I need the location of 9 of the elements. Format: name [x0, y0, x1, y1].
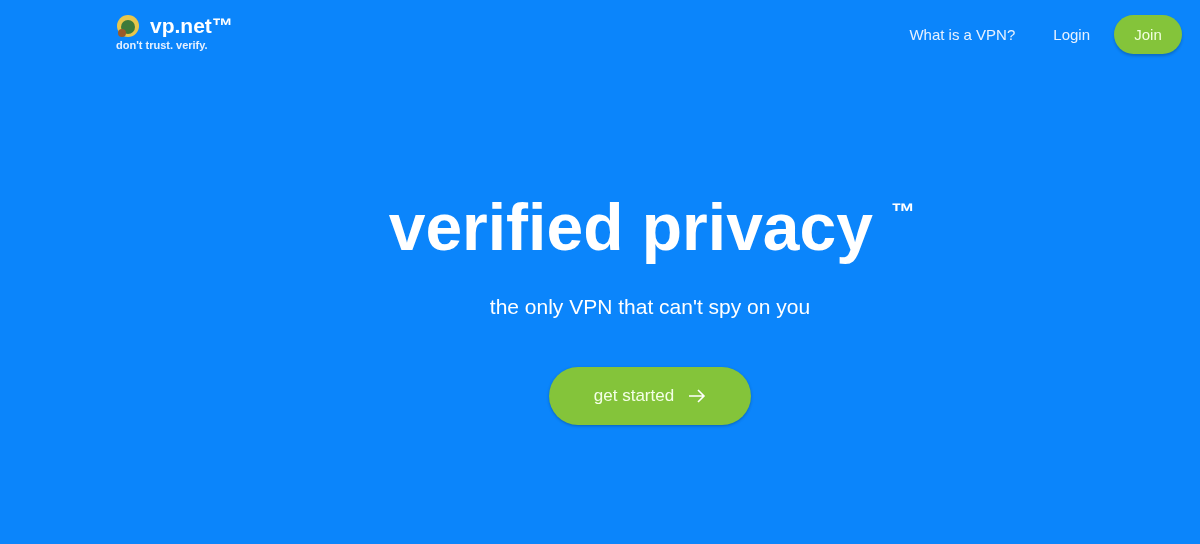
tagline: don't trust. verify. — [116, 39, 209, 51]
nav-link[interactable]: Login — [1053, 26, 1090, 43]
arrow-right-icon — [688, 389, 707, 404]
nav-link[interactable]: What is a VPN? — [909, 26, 1016, 43]
hero-title: verified privacy $^{™}$ — [387, 189, 916, 266]
join-button[interactable]: Join — [1114, 15, 1182, 54]
brand-name[interactable]: vp.net™ — [150, 14, 233, 38]
hero-subtitle: the only VPN that can't spy on you — [488, 295, 811, 320]
get-started-button[interactable]: get started — [549, 367, 751, 426]
